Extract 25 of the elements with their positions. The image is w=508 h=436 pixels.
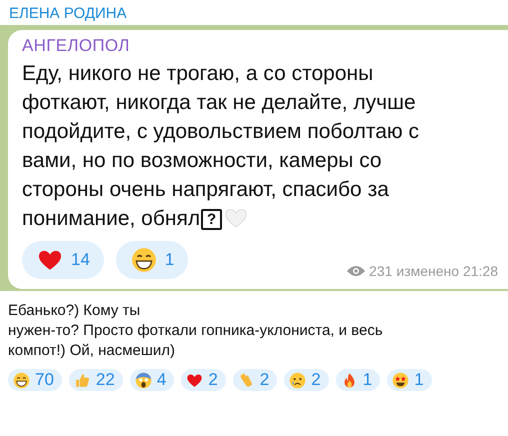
reaction-button[interactable]: 14: [22, 241, 104, 279]
thumbs-up-icon: [74, 372, 91, 388]
channel-name[interactable]: АНГЕЛОПОЛ: [22, 36, 498, 56]
heart-icon: [186, 372, 204, 388]
reaction-button[interactable]: 2: [232, 369, 278, 391]
heart-icon: [224, 206, 248, 228]
reaction-button[interactable]: 1: [387, 369, 432, 391]
reaction-button[interactable]: 2: [181, 369, 226, 391]
view-count: 231: [369, 263, 392, 279]
screaming-face-icon: [134, 372, 152, 388]
reaction-button[interactable]: 2: [284, 369, 329, 391]
comment-text: Ебанько?) Кому ты нужен-то? Просто фоткали гопника-уклониста, и весь компот!) Ой, насмешил): [7, 301, 384, 361]
reaction-button[interactable]: 1: [116, 241, 188, 279]
eye-icon: [347, 265, 366, 277]
star-struck-face-icon: [392, 372, 410, 388]
reaction-button[interactable]: 22: [68, 369, 123, 391]
crying-face-icon: [289, 372, 306, 388]
grinning-face-icon: [130, 247, 157, 273]
author-name[interactable]: ЕЛЕНА РОДИНА: [0, 0, 508, 25]
grinning-face-icon: [13, 372, 30, 388]
message-text: Еду, никого не трогаю, а со стороны фоткают, никогда так не делайте, лучше подойдите, с удовольствием поболтаю с вами, но по возможности, камеры со стороны очень напрягают, спасибо за понимание, обнял ?: [22, 61, 420, 232]
reaction-button[interactable]: 1: [336, 369, 380, 391]
edited-time: изменено 21:28: [396, 263, 498, 279]
reaction-button[interactable]: 70: [8, 369, 62, 391]
reaction-button[interactable]: 4: [130, 369, 174, 391]
